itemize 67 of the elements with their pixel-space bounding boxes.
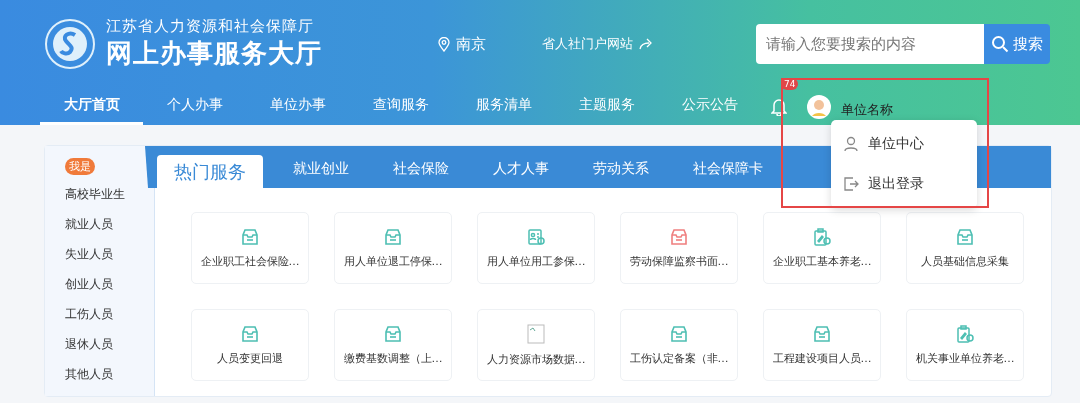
tray-icon [956,227,974,246]
category-tab[interactable]: 就业创业 [271,155,371,188]
service-card[interactable]: 用人单位用工参保… [477,212,595,284]
user-icon [843,136,859,152]
service-card[interactable]: 劳动保障监察书面… [620,212,738,284]
category-tab[interactable]: 热门服务 [157,155,263,188]
tray-icon [384,324,402,343]
service-card[interactable]: 人力资源市场数据… [477,309,595,381]
service-label: 企业职工基本养老… [772,253,872,269]
sidebar-item[interactable]: 退休人员 [65,336,154,355]
search-icon [991,35,1009,53]
tray-icon [670,324,688,343]
tray-icon [813,324,831,343]
service-card[interactable]: 企业职工基本养老… [763,212,881,284]
broken-image-icon [527,323,545,344]
clipboard-pen-icon [956,324,974,343]
category-tab[interactable]: 社会保险 [371,155,471,188]
document-person-icon [527,227,545,246]
tray-icon [384,227,402,246]
location-pin-icon [438,36,450,52]
search-button[interactable]: 搜索 [984,24,1050,64]
sidebar-item[interactable]: 其他人员 [65,366,154,385]
clipboard-pen-icon [813,227,831,246]
category-tab[interactable]: 劳动关系 [571,155,671,188]
role-badge: 我是 [65,158,95,175]
share-arrow-icon [639,38,653,50]
service-card[interactable]: 工伤认定备案（非… [620,309,738,381]
service-label: 缴费基数调整（上… [343,350,443,366]
category-tab[interactable]: 人才人事 [471,155,571,188]
service-label: 劳动保障监察书面… [629,253,729,269]
sidebar-item[interactable]: 工伤人员 [65,306,154,325]
tray-icon [241,324,259,343]
service-card[interactable]: 人员变更回退 [191,309,309,381]
service-card[interactable]: 缴费基数调整（上… [334,309,452,381]
sidebar-item[interactable]: 高校毕业生 [65,186,154,205]
tray-icon [241,227,259,246]
menu-item[interactable]: 单位中心 [831,124,977,164]
sidebar-item[interactable]: 就业人员 [65,216,154,235]
menu-item-label: 单位中心 [868,135,924,153]
site-title: 网上办事服务大厅 [106,37,323,70]
sidebar-item[interactable]: 失业人员 [65,246,154,265]
service-card[interactable]: 用人单位退工停保… [334,212,452,284]
sidebar-item[interactable]: 创业人员 [65,276,154,295]
avatar-icon[interactable] [807,94,831,119]
service-label: 机关事业单位养老… [915,350,1015,366]
category-tab[interactable]: 社会保障卡 [671,155,785,188]
org-name: 江苏省人力资源和社会保障厅 [106,17,315,36]
service-card[interactable]: 人员基础信息采集 [906,212,1024,284]
tray-icon [670,227,688,246]
service-card[interactable]: 机关事业单位养老… [906,309,1024,381]
bell-icon[interactable] [771,97,787,116]
service-label: 人员基础信息采集 [921,253,1009,269]
service-label: 用人单位退工停保… [343,253,443,269]
service-card[interactable]: 企业职工社会保险… [191,212,309,284]
search-field[interactable]: 请输入您要搜索的内容 [756,24,984,64]
service-card[interactable]: 工程建设项目人员… [763,309,881,381]
service-label: 工伤认定备案（非… [629,350,729,366]
menu-item[interactable]: 退出登录 [831,164,977,204]
service-label: 工程建设项目人员… [772,350,872,366]
user-name[interactable]: 单位名称 [841,100,893,119]
service-label: 企业职工社会保险… [200,253,300,269]
service-label: 用人单位用工参保… [486,253,586,269]
logout-icon [843,176,859,192]
menu-item-label: 退出登录 [868,175,924,193]
emblem-logo-icon [44,18,96,70]
service-label: 人员变更回退 [217,350,283,366]
service-label: 人力资源市场数据… [486,351,586,367]
